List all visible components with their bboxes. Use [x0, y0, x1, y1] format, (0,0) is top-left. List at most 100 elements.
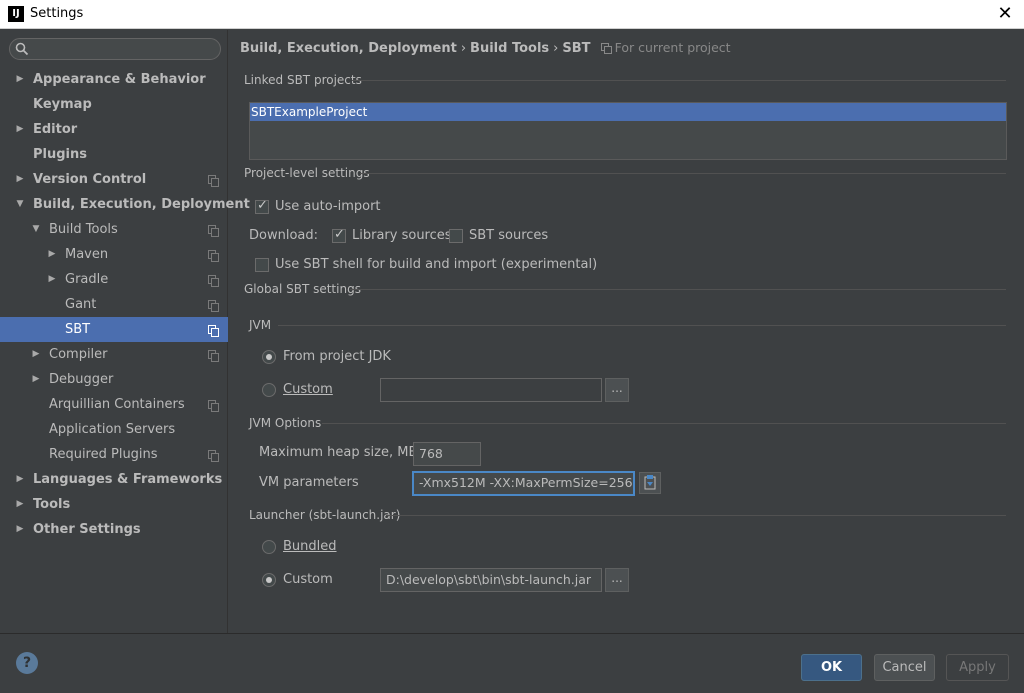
search-icon — [15, 42, 29, 56]
scope-text: For current project — [614, 40, 731, 55]
project-scope-icon — [208, 400, 219, 412]
sidebar-item-appearance-behavior[interactable]: ▶ Appearance & Behavior — [0, 67, 228, 92]
sidebar-item-plugins[interactable]: Plugins — [0, 142, 228, 167]
project-scope-icon — [208, 225, 219, 237]
sidebar-item-editor[interactable]: ▶ Editor — [0, 117, 228, 142]
divider — [360, 173, 1006, 174]
browse-launcher-button[interactable]: ... — [605, 568, 629, 592]
apply-button[interactable]: Apply — [946, 654, 1009, 681]
sidebar-item-label: Required Plugins — [49, 447, 158, 462]
sidebar-item-compiler[interactable]: ▶ Compiler — [0, 342, 228, 367]
sidebar-item-label: Application Servers — [49, 422, 176, 437]
breadcrumb-item: Build Tools — [470, 41, 550, 56]
sidebar-item-label: SBT — [65, 322, 91, 337]
sidebar-item-label: Plugins — [33, 147, 87, 162]
sidebar-item-label: Appearance & Behavior — [33, 72, 206, 87]
sidebar-item-label: Gant — [65, 297, 97, 312]
breadcrumb-separator: › — [460, 41, 467, 56]
divider — [386, 515, 1006, 516]
help-button[interactable]: ? — [16, 652, 38, 674]
sidebar-item-sbt[interactable]: SBT — [0, 317, 228, 342]
ok-button[interactable]: OK — [801, 654, 862, 681]
sidebar-item-label: Gradle — [65, 272, 109, 287]
sidebar-item-application-servers[interactable]: Application Servers — [0, 417, 228, 442]
vm-parameters-field[interactable]: -Xmx512M -XX:MaxPermSize=256m — [412, 471, 635, 496]
linked-projects-list[interactable]: SBTExampleProject — [249, 102, 1007, 160]
project-scope-icon — [208, 350, 219, 362]
divider — [278, 325, 1006, 326]
sidebar-item-label: Build Tools — [49, 222, 118, 237]
download-label: Download: — [249, 228, 318, 243]
project-level-title: Project-level settings — [244, 166, 370, 180]
search-input[interactable] — [9, 38, 221, 60]
sidebar-item-arquillian-containers[interactable]: Arquillian Containers — [0, 392, 228, 417]
custom-launcher-label: Custom — [283, 572, 333, 587]
custom-jvm-path-field[interactable] — [380, 378, 602, 402]
vm-parameters-label: VM parameters — [259, 475, 359, 490]
project-scope-icon — [600, 43, 612, 54]
jvm-options-title: JVM Options — [249, 416, 322, 430]
project-scope-icon — [208, 250, 219, 262]
breadcrumb-separator: › — [553, 41, 559, 56]
collapse-arrow-icon: ▼ — [32, 224, 40, 234]
sidebar-item-required-plugins[interactable]: Required Plugins — [0, 442, 228, 467]
sbt-shell-label: Use SBT shell for build and import (expe… — [275, 257, 598, 272]
browse-jvm-button[interactable]: ... — [605, 378, 629, 402]
window-title: Settings — [30, 6, 84, 21]
breadcrumb-item: SBT — [562, 41, 591, 56]
sbt-sources-label: SBT sources — [469, 228, 549, 243]
bundled-launcher-radio[interactable] — [262, 540, 276, 554]
sidebar-item-gradle[interactable]: ▶ Gradle — [0, 267, 228, 292]
expand-arrow-icon: ▶ — [16, 74, 24, 84]
expand-arrow-icon: ▶ — [48, 249, 56, 259]
expand-icon — [644, 475, 656, 490]
project-scope-icon — [208, 275, 219, 287]
expand-arrow-icon: ▶ — [16, 499, 24, 509]
sidebar-item-tools[interactable]: ▶ Tools — [0, 492, 228, 517]
title-bar: IJ Settings ✕ — [0, 0, 1024, 29]
expand-arrow-icon: ▶ — [32, 374, 40, 384]
cancel-button[interactable]: Cancel — [874, 654, 935, 681]
list-item[interactable]: SBTExampleProject — [250, 103, 1006, 121]
sidebar: ▶ Appearance & Behavior Keymap ▶ Editor … — [0, 30, 250, 633]
linked-projects-title: Linked SBT projects — [244, 73, 362, 87]
launcher-path-field[interactable]: D:\develop\sbt\bin\sbt-launch.jar — [380, 568, 602, 592]
expand-arrow-icon: ▶ — [32, 349, 40, 359]
sidebar-item-label: Editor — [33, 122, 78, 137]
custom-launcher-radio[interactable] — [262, 573, 276, 587]
auto-import-checkbox[interactable] — [255, 198, 269, 214]
heap-size-field[interactable]: 768 — [413, 442, 481, 466]
divider — [322, 423, 1006, 424]
sidebar-item-other-settings[interactable]: ▶ Other Settings — [0, 517, 228, 542]
close-icon[interactable]: ✕ — [996, 3, 1014, 25]
sidebar-item-debugger[interactable]: ▶ Debugger — [0, 367, 228, 392]
sidebar-item-maven[interactable]: ▶ Maven — [0, 242, 228, 267]
sbt-sources-checkbox[interactable] — [449, 229, 463, 243]
from-project-jdk-label: From project JDK — [283, 349, 391, 364]
sidebar-item-keymap[interactable]: Keymap — [0, 92, 228, 117]
library-sources-checkbox[interactable] — [332, 227, 346, 243]
expand-arrow-icon: ▶ — [16, 124, 24, 134]
heap-size-label: Maximum heap size, MB — [259, 445, 418, 460]
sidebar-item-version-control[interactable]: ▶ Version Control — [0, 167, 228, 192]
expand-arrow-icon: ▶ — [16, 174, 24, 184]
sidebar-item-build-execution-deployment[interactable]: ▼ Build, Execution, Deployment — [0, 192, 250, 217]
sidebar-item-label: Compiler — [49, 347, 108, 362]
sidebar-item-build-tools[interactable]: ▼ Build Tools — [0, 217, 228, 242]
custom-jvm-radio[interactable] — [262, 383, 276, 397]
sbt-shell-checkbox[interactable] — [255, 258, 269, 272]
launcher-title: Launcher (sbt-launch.jar) — [249, 508, 401, 522]
sidebar-item-gant[interactable]: Gant — [0, 292, 228, 317]
collapse-arrow-icon: ▼ — [16, 199, 24, 209]
global-settings-title: Global SBT settings — [244, 282, 361, 296]
expand-arrow-icon: ▶ — [16, 524, 24, 534]
sidebar-item-label: Build, Execution, Deployment — [33, 197, 250, 212]
bundled-launcher-label: Bundled — [283, 539, 337, 554]
from-project-jdk-radio[interactable] — [262, 350, 276, 364]
sidebar-item-languages-frameworks[interactable]: ▶ Languages & Frameworks — [0, 467, 228, 492]
sidebar-item-label: Keymap — [33, 97, 92, 112]
project-scope-icon — [208, 175, 219, 187]
expand-field-button[interactable] — [639, 472, 661, 494]
breadcrumb-item: Build, Execution, Deployment — [240, 41, 457, 56]
expand-arrow-icon: ▶ — [48, 274, 56, 284]
